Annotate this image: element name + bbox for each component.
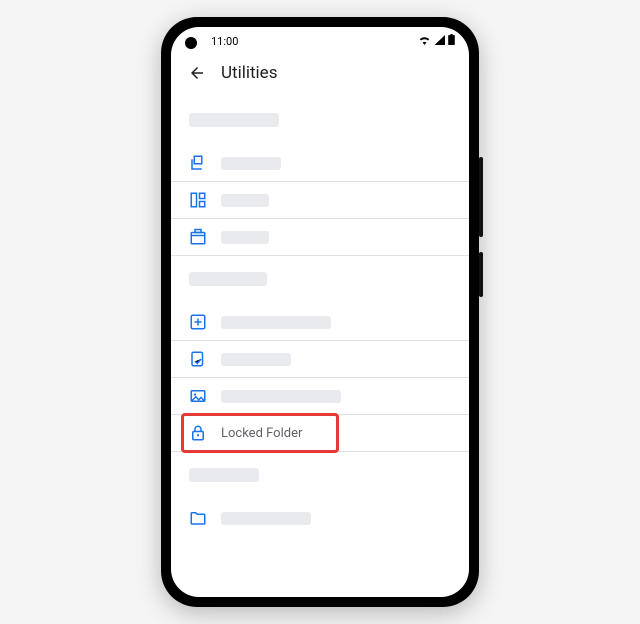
power-button	[479, 252, 483, 297]
list-item-label-placeholder	[221, 316, 331, 329]
volume-button	[479, 157, 483, 237]
list-item-label-placeholder	[221, 194, 269, 207]
list-item-label: Locked Folder	[221, 426, 302, 441]
list-item[interactable]	[171, 219, 469, 256]
lock-icon	[189, 424, 207, 442]
list-item[interactable]	[171, 500, 469, 536]
page-title: Utilities	[221, 63, 277, 83]
clock: 11:00	[211, 35, 238, 48]
battery-icon	[448, 34, 455, 48]
list-item-label-placeholder	[221, 390, 341, 403]
utilities-list[interactable]: Locked Folder	[171, 97, 469, 597]
manage-storage-icon	[189, 191, 207, 209]
list-item[interactable]	[171, 378, 469, 415]
signal-icon	[434, 35, 445, 48]
list-item[interactable]	[171, 145, 469, 182]
import-icon	[189, 313, 207, 331]
list-item[interactable]	[171, 304, 469, 341]
wifi-icon	[418, 35, 431, 48]
list-item-label-placeholder	[221, 353, 291, 366]
section-header	[189, 272, 267, 286]
front-camera	[185, 37, 197, 49]
status-bar: 11:00	[171, 27, 469, 55]
list-item-label-placeholder	[221, 157, 281, 170]
free-up-space-icon	[189, 154, 207, 172]
app-header: Utilities	[171, 55, 469, 97]
phone-frame: 11:00 Utilities Loc	[161, 17, 479, 607]
back-arrow-icon	[188, 64, 206, 82]
list-item[interactable]	[171, 341, 469, 378]
section-header	[189, 113, 279, 127]
folder-icon	[189, 509, 207, 527]
list-item-locked-folder[interactable]: Locked Folder	[171, 415, 469, 452]
screen: 11:00 Utilities Loc	[171, 27, 469, 597]
list-item[interactable]	[171, 182, 469, 219]
trash-icon	[189, 228, 207, 246]
list-item-label-placeholder	[221, 231, 269, 244]
reorder-icon	[189, 350, 207, 368]
list-item-label-placeholder	[221, 512, 311, 525]
picture-icon	[189, 387, 207, 405]
back-button[interactable]	[187, 63, 207, 83]
section-header	[189, 468, 259, 482]
